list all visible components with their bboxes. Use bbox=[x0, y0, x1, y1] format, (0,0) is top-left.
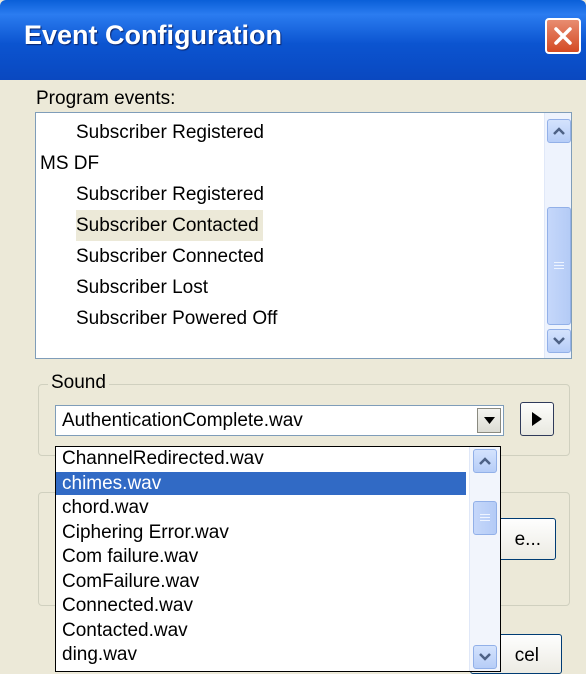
window-title: Event Configuration bbox=[24, 20, 282, 50]
title-bar: Event Configuration bbox=[0, 0, 586, 80]
sound-option[interactable]: Ciphering Error.wav bbox=[56, 521, 466, 544]
browse-button-label: e... bbox=[514, 529, 541, 550]
arrow-down-icon bbox=[553, 337, 565, 345]
sound-option[interactable]: Connected.wav bbox=[56, 594, 466, 617]
sound-option[interactable]: ComFailure.wav bbox=[56, 570, 466, 593]
sound-scroll-down-button[interactable] bbox=[473, 645, 497, 669]
sound-dropdown-list[interactable]: ChannelRedirected.wav chimes.wav chord.wav… bbox=[55, 446, 501, 672]
program-events-label: Program events: bbox=[36, 88, 176, 109]
event-list-item[interactable]: Subscriber Contacted bbox=[76, 210, 263, 241]
events-scroll-thumb[interactable] bbox=[547, 207, 571, 325]
close-button[interactable] bbox=[545, 18, 581, 54]
arrow-up-icon bbox=[553, 127, 565, 135]
close-icon bbox=[554, 27, 572, 45]
play-icon bbox=[532, 412, 542, 426]
sound-option[interactable]: Com failure.wav bbox=[56, 545, 466, 568]
sound-dropdown-button[interactable] bbox=[477, 408, 501, 433]
event-list-item[interactable]: MS DF bbox=[40, 148, 99, 179]
sound-scroll-thumb[interactable] bbox=[473, 501, 497, 535]
sound-selected-value: AuthenticationComplete.wav bbox=[62, 410, 303, 431]
event-list-item[interactable]: Subscriber Registered bbox=[76, 117, 264, 148]
sound-option[interactable]: chimes.wav bbox=[56, 471, 466, 495]
event-list-item[interactable]: Subscriber Powered Off bbox=[76, 303, 277, 334]
event-list-item[interactable]: Subscriber Lost bbox=[76, 272, 208, 303]
sound-option[interactable]: chord.wav bbox=[56, 496, 466, 519]
arrow-down-icon bbox=[479, 653, 491, 661]
sound-option[interactable]: ChannelRedirected.wav bbox=[56, 447, 466, 470]
sound-group-label: Sound bbox=[48, 372, 109, 394]
sound-combobox[interactable]: AuthenticationComplete.wav bbox=[55, 405, 504, 436]
sound-list-scrollbar[interactable] bbox=[469, 447, 500, 671]
events-scroll-down-button[interactable] bbox=[547, 329, 571, 353]
cancel-button-label: cel bbox=[514, 645, 539, 666]
grip-icon bbox=[554, 262, 564, 270]
events-scrollbar[interactable] bbox=[544, 113, 571, 358]
play-sound-button[interactable] bbox=[520, 402, 554, 436]
events-scroll-up-button[interactable] bbox=[547, 119, 571, 143]
sound-option[interactable]: Contacted.wav bbox=[56, 619, 466, 642]
program-events-list[interactable]: Subscriber Registered MS DF Subscriber Reg… bbox=[35, 112, 572, 359]
chevron-down-icon bbox=[483, 417, 495, 424]
grip-icon bbox=[480, 514, 490, 522]
event-list-item[interactable]: Subscriber Connected bbox=[76, 241, 264, 272]
event-list-item[interactable]: Subscriber Registered bbox=[76, 179, 264, 210]
sound-option[interactable]: ding.wav bbox=[56, 643, 466, 666]
sound-scroll-up-button[interactable] bbox=[473, 449, 497, 473]
arrow-up-icon bbox=[479, 457, 491, 465]
